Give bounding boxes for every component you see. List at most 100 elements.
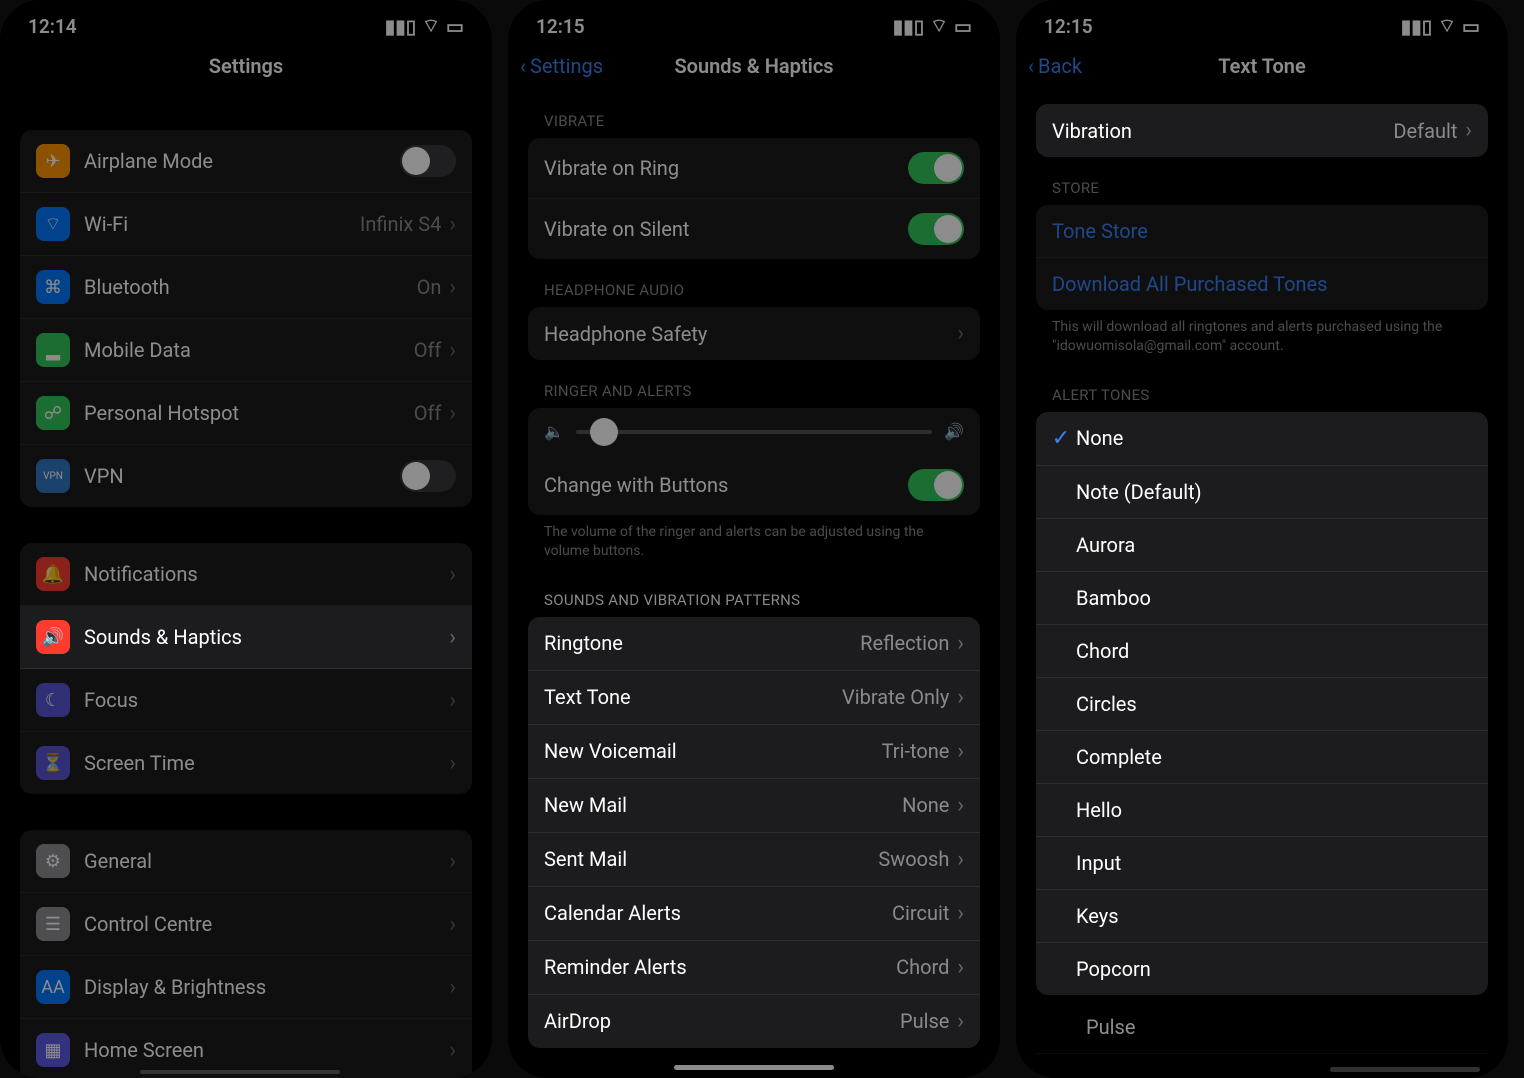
tone-label: None (1076, 426, 1472, 450)
notifications-icon: 🔔 (36, 557, 70, 591)
tone-row-none[interactable]: ✓None (1036, 412, 1488, 466)
settings-row-personal-hotspot[interactable]: ☍Personal HotspotOff› (20, 382, 472, 445)
tone-row-circles[interactable]: Circles (1036, 678, 1488, 731)
home-indicator[interactable] (674, 1065, 834, 1070)
tone-store-label: Tone Store (1052, 219, 1472, 243)
pattern-row-reminder-alerts[interactable]: Reminder AlertsChord› (528, 941, 980, 995)
chevron-right-icon: › (957, 321, 964, 346)
bluetooth-label: Bluetooth (84, 275, 417, 299)
nav-bar: ‹ Settings Sounds & Haptics (508, 42, 1000, 90)
wifi-label: Wi-Fi (84, 212, 360, 236)
vibrate-ring-toggle[interactable] (908, 152, 964, 184)
general-label: General (84, 849, 449, 873)
patterns-group: RingtoneReflection›Text ToneVibrate Only… (528, 617, 980, 1048)
vibrate-group: Vibrate on Ring Vibrate on Silent (528, 138, 980, 259)
airplane-mode-toggle[interactable] (400, 145, 456, 177)
sounds-haptics-icon: 🔊 (36, 620, 70, 654)
tone-row-hello[interactable]: Hello (1036, 784, 1488, 837)
tone-row-input[interactable]: Input (1036, 837, 1488, 890)
status-icons: ▮▮▯ ⌔ ▭ (1401, 14, 1480, 38)
wifi-icon: ⌔ (422, 14, 440, 38)
tone-row-aurora[interactable]: Aurora (1036, 519, 1488, 572)
vibration-row[interactable]: Vibration Default › (1036, 104, 1488, 157)
tone-label: Aurora (1076, 533, 1472, 557)
text-tone-content[interactable]: Vibration Default › STORE Tone Store Dow… (1016, 90, 1508, 1078)
settings-row-notifications[interactable]: 🔔 Notifications› (20, 543, 472, 606)
settings-row-airplane-mode[interactable]: ✈Airplane Mode (20, 130, 472, 193)
chevron-right-icon: › (957, 631, 964, 656)
ringer-volume-row: 🔈 🔊 (528, 408, 980, 455)
settings-row-screen-time[interactable]: ⏳Screen Time› (20, 732, 472, 794)
pattern-row-new-mail[interactable]: New MailNone› (528, 779, 980, 833)
airdrop-label: AirDrop (544, 1009, 900, 1033)
chevron-right-icon: › (1465, 118, 1472, 143)
general-group: ⚙General›☰Control Centre›AADisplay & Bri… (20, 830, 472, 1078)
tone-row-pulse[interactable]: Pulse (1036, 1001, 1488, 1054)
tone-row-keys[interactable]: Keys (1036, 890, 1488, 943)
settings-row-display-brightness[interactable]: AADisplay & Brightness› (20, 956, 472, 1019)
chevron-right-icon: › (449, 562, 456, 587)
scrollbar[interactable] (1330, 1067, 1480, 1072)
notifications-group: 🔔Notifications›🔊Sounds & Haptics›☾Focus›… (20, 543, 472, 794)
alert-tones-group: ✓NoneNote (Default) Aurora BambooChordCirc… (1036, 412, 1488, 995)
vpn-label: VPN (84, 464, 400, 488)
vibration-label: Vibration (1052, 119, 1393, 143)
battery-icon: ▭ (1462, 15, 1480, 38)
tone-row-note-default-[interactable]: Note (Default) (1036, 466, 1488, 519)
vibrate-on-silent-row[interactable]: Vibrate on Silent (528, 199, 980, 259)
chevron-right-icon: › (449, 338, 456, 363)
store-group: Tone Store Download All Purchased Tones (1036, 205, 1488, 310)
settings-content[interactable]: ✈Airplane Mode⌔Wi-FiInfinix S4› ⌘ Bluetoot… (0, 90, 492, 1078)
settings-row-bluetooth[interactable]: ⌘BluetoothOn› (20, 256, 472, 319)
settings-row-wifi[interactable]: ⌔Wi-FiInfinix S4› (20, 193, 472, 256)
back-button[interactable]: ‹ Settings (520, 54, 603, 78)
scrollbar[interactable] (140, 1070, 340, 1074)
new-voicemail-value: Tri-tone (882, 739, 950, 763)
calendar-alerts-value: Circuit (892, 901, 949, 925)
vibrate-silent-toggle[interactable] (908, 213, 964, 245)
settings-row-vpn[interactable]: VPNVPN (20, 445, 472, 507)
settings-row-control-centre[interactable]: ☰Control Centre› (20, 893, 472, 956)
section-ringer: RINGER AND ALERTS (528, 360, 980, 408)
chevron-right-icon: › (957, 1009, 964, 1034)
vibrate-on-ring-row[interactable]: Vibrate on Ring (528, 138, 980, 199)
airdrop-value: Pulse (900, 1009, 949, 1033)
sounds-content[interactable]: VIBRATE Vibrate on Ring Vibrate on Silen… (508, 90, 1000, 1078)
screen-sounds-haptics: 12:15 ▮▮▯ ⌔ ▭ ‹ Settings Sounds & Haptic… (508, 0, 1000, 1078)
settings-row-mobile-data[interactable]: ▂Mobile DataOff› (20, 319, 472, 382)
tone-row-popcorn[interactable]: Popcorn (1036, 943, 1488, 995)
vpn-toggle[interactable] (400, 460, 456, 492)
tone-row-chord[interactable]: Chord (1036, 625, 1488, 678)
pattern-row-sent-mail[interactable]: Sent MailSwoosh› (528, 833, 980, 887)
pattern-row-new-voicemail[interactable]: New VoicemailTri-tone› (528, 725, 980, 779)
signal-icon: ▮▮▯ (385, 15, 416, 38)
chevron-right-icon: › (449, 688, 456, 713)
volume-high-icon: 🔊 (944, 422, 964, 441)
change-with-buttons-row[interactable]: Change with Buttons (528, 455, 980, 515)
change-buttons-toggle[interactable] (908, 469, 964, 501)
pattern-row-text-tone[interactable]: Text ToneVibrate Only› (528, 671, 980, 725)
settings-row-sounds-haptics[interactable]: 🔊Sounds & Haptics› (20, 606, 472, 669)
back-button[interactable]: ‹ Back (1028, 54, 1082, 78)
tone-row-complete[interactable]: Complete (1036, 731, 1488, 784)
download-all-row[interactable]: Download All Purchased Tones (1036, 258, 1488, 310)
personal-hotspot-value: Off (414, 401, 442, 425)
settings-row-general[interactable]: ⚙General› (20, 830, 472, 893)
settings-row-focus[interactable]: ☾Focus› (20, 669, 472, 732)
bluetooth-icon: ⌘ (36, 270, 70, 304)
notifications-label: Notifications (84, 562, 449, 586)
tone-row-bamboo[interactable]: Bamboo (1036, 572, 1488, 625)
tone-store-row[interactable]: Tone Store (1036, 205, 1488, 258)
chevron-right-icon: › (957, 739, 964, 764)
home-screen-icon: ▦ (36, 1033, 70, 1067)
pattern-row-ringtone[interactable]: RingtoneReflection› (528, 617, 980, 671)
pattern-row-calendar-alerts[interactable]: Calendar AlertsCircuit› (528, 887, 980, 941)
screen-settings: 12:14 ▮▮▯ ⌔ ▭ Settings ✈Airplane Mode⌔Wi… (0, 0, 492, 1078)
section-vibrate: VIBRATE (528, 90, 980, 138)
pattern-row-airdrop[interactable]: AirDropPulse › (528, 995, 980, 1048)
headphone-safety-label: Headphone Safety (544, 322, 957, 346)
volume-slider[interactable] (576, 430, 932, 434)
sent-mail-label: Sent Mail (544, 847, 878, 871)
wifi-icon: ⌔ (930, 14, 948, 38)
headphone-safety-row[interactable]: Headphone Safety › (528, 307, 980, 360)
